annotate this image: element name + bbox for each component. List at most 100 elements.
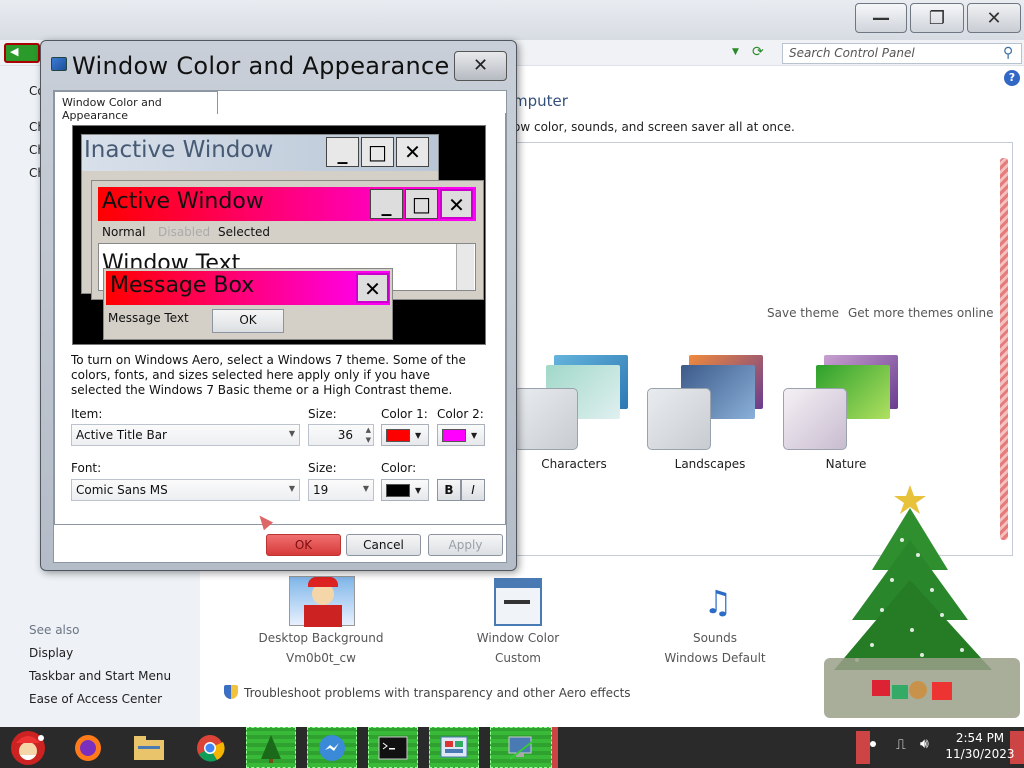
font-color-label: Color:: [381, 461, 417, 475]
font-color-swatch: [386, 483, 410, 497]
shield-icon: [224, 685, 238, 699]
start-button[interactable]: [2, 727, 54, 768]
font-select-value: Comic Sans MS: [76, 483, 168, 497]
messenger-icon[interactable]: [307, 727, 357, 768]
font-select[interactable]: Comic Sans MS ▼: [71, 479, 300, 501]
restore-button[interactable]: ❐: [910, 3, 964, 33]
preview-menu-selected: Selected: [218, 225, 271, 239]
item-size-stepper[interactable]: 36 ▲ ▼: [308, 424, 374, 446]
christmas-tree-widget: [824, 485, 1020, 718]
preview-ok-button: OK: [212, 309, 284, 333]
file-explorer-icon[interactable]: [124, 727, 174, 768]
clock-date[interactable]: 11/30/2023: [945, 747, 1015, 761]
page-title: mputer: [513, 92, 568, 110]
dialog-title: Window Color and Appearance: [72, 52, 450, 80]
desktop-background-icon[interactable]: [289, 576, 355, 627]
sounds-value: Windows Default: [664, 651, 766, 665]
sounds-link[interactable]: Sounds: [640, 631, 790, 645]
close-button[interactable]: ✕: [967, 3, 1021, 33]
dialog-close-button[interactable]: ✕: [454, 51, 507, 81]
theme-nature-label[interactable]: Nature: [786, 457, 906, 471]
apply-button[interactable]: Apply: [428, 534, 503, 556]
preview-message-box[interactable]: Message Box ✕ Message Text OK: [103, 268, 393, 340]
dialog-app-icon: [51, 57, 67, 71]
taskbar: ⎍ 🔊︎: [0, 727, 1024, 768]
font-size-select[interactable]: 19 ▼: [308, 479, 374, 501]
chrome-icon[interactable]: [185, 727, 235, 768]
item-size-value: 36: [337, 428, 353, 442]
tab-window-color[interactable]: Window Color and Appearance: [54, 91, 218, 122]
ok-button[interactable]: OK: [266, 534, 341, 556]
preview-menu-normal: Normal: [102, 225, 146, 239]
window-color-dialog: Window Color and Appearance ✕ Window Col…: [40, 40, 517, 571]
chevron-down-icon: ▼: [288, 429, 295, 438]
see-also-taskbar-link[interactable]: Taskbar and Start Menu: [29, 669, 171, 683]
theme-nature-tile[interactable]: [783, 388, 847, 450]
see-also-ease-of-access-link[interactable]: Ease of Access Center: [29, 692, 162, 706]
window-color-icon[interactable]: [494, 578, 542, 626]
font-size-label: Size:: [308, 461, 337, 475]
font-color-picker[interactable]: ▼: [381, 479, 429, 501]
bold-toggle[interactable]: B: [437, 479, 461, 501]
control-panel-icon[interactable]: [429, 727, 479, 768]
preview-close-icon: ✕: [396, 137, 429, 167]
see-also-display-link[interactable]: Display: [29, 646, 73, 660]
italic-toggle[interactable]: I: [461, 479, 485, 501]
color1-label: Color 1:: [381, 407, 428, 421]
sounds-icon[interactable]: ♫: [690, 578, 746, 628]
preview-message-box-title: Message Box: [110, 273, 255, 298]
see-also-heading: See also: [29, 623, 80, 637]
chevron-down-icon: ▼: [471, 430, 478, 440]
item-select[interactable]: Active Title Bar ▼: [71, 424, 300, 446]
color2-picker[interactable]: ▼: [437, 424, 485, 446]
refresh-icon[interactable]: ⟳: [752, 44, 764, 60]
window-color-value: Custom: [495, 651, 541, 665]
desktop-background-value: Vm0b0t_cw: [286, 651, 356, 665]
tray-dot-icon[interactable]: [870, 741, 876, 747]
preview-inactive-title: Inactive Window: [84, 137, 274, 163]
search-input[interactable]: Search Control Panel: [782, 43, 1022, 64]
troubleshoot-link[interactable]: Troubleshoot problems with transparency …: [244, 686, 631, 700]
network-icon[interactable]: [490, 727, 552, 768]
appearance-preview[interactable]: Inactive Window _ □ ✕ Active Window _ □ …: [72, 125, 486, 345]
preview-active-minimize-icon: _: [370, 189, 403, 219]
tray-indicator: [856, 731, 870, 764]
preview-minimize-icon: _: [326, 137, 359, 167]
dropdown-arrow-icon[interactable]: ▼: [732, 47, 739, 57]
chevron-down-icon: ▼: [415, 485, 422, 495]
item-label: Item:: [71, 407, 103, 421]
color1-picker[interactable]: ▼: [381, 424, 429, 446]
cancel-button[interactable]: Cancel: [346, 534, 421, 556]
chevron-down-icon: ▼: [415, 430, 422, 440]
chevron-down-icon: ▼: [362, 484, 369, 493]
theme-characters-label[interactable]: Characters: [514, 457, 634, 471]
christmas-tree-app-icon[interactable]: [246, 727, 296, 768]
preview-maximize-icon: □: [361, 137, 394, 167]
spin-arrows-icon[interactable]: ▲ ▼: [366, 425, 371, 445]
get-more-themes-link[interactable]: Get more themes online: [848, 306, 994, 320]
help-icon[interactable]: ?: [1004, 70, 1020, 86]
network-tray-icon[interactable]: ⎍: [896, 737, 906, 753]
preview-menu-disabled: Disabled: [158, 225, 211, 239]
firefox-icon[interactable]: [63, 727, 113, 768]
back-button[interactable]: ◀: [4, 43, 40, 63]
desktop-background-link[interactable]: Desktop Background: [246, 631, 396, 645]
color1-swatch: [386, 428, 410, 442]
minimize-button[interactable]: —: [855, 3, 907, 33]
preview-scrollbar: [456, 244, 474, 290]
command-prompt-icon[interactable]: [368, 727, 418, 768]
preview-active-title: Active Window: [102, 189, 264, 214]
window-color-link[interactable]: Window Color: [443, 631, 593, 645]
theme-landscapes-label[interactable]: Landscapes: [650, 457, 770, 471]
save-theme-link[interactable]: Save theme: [767, 306, 839, 320]
volume-icon[interactable]: 🔊︎: [920, 736, 929, 752]
search-icon[interactable]: ⚲: [1003, 45, 1013, 61]
theme-landscapes-tile[interactable]: [647, 388, 711, 450]
preview-message-close-icon: ✕: [356, 273, 389, 303]
chevron-down-icon: ▼: [288, 484, 295, 493]
item-select-value: Active Title Bar: [76, 428, 167, 442]
item-size-label: Size:: [308, 407, 337, 421]
clock-time[interactable]: 2:54 PM: [955, 731, 1005, 745]
theme-characters-tile[interactable]: [514, 388, 578, 450]
page-subtitle: ow color, sounds, and screen saver all a…: [513, 120, 795, 134]
